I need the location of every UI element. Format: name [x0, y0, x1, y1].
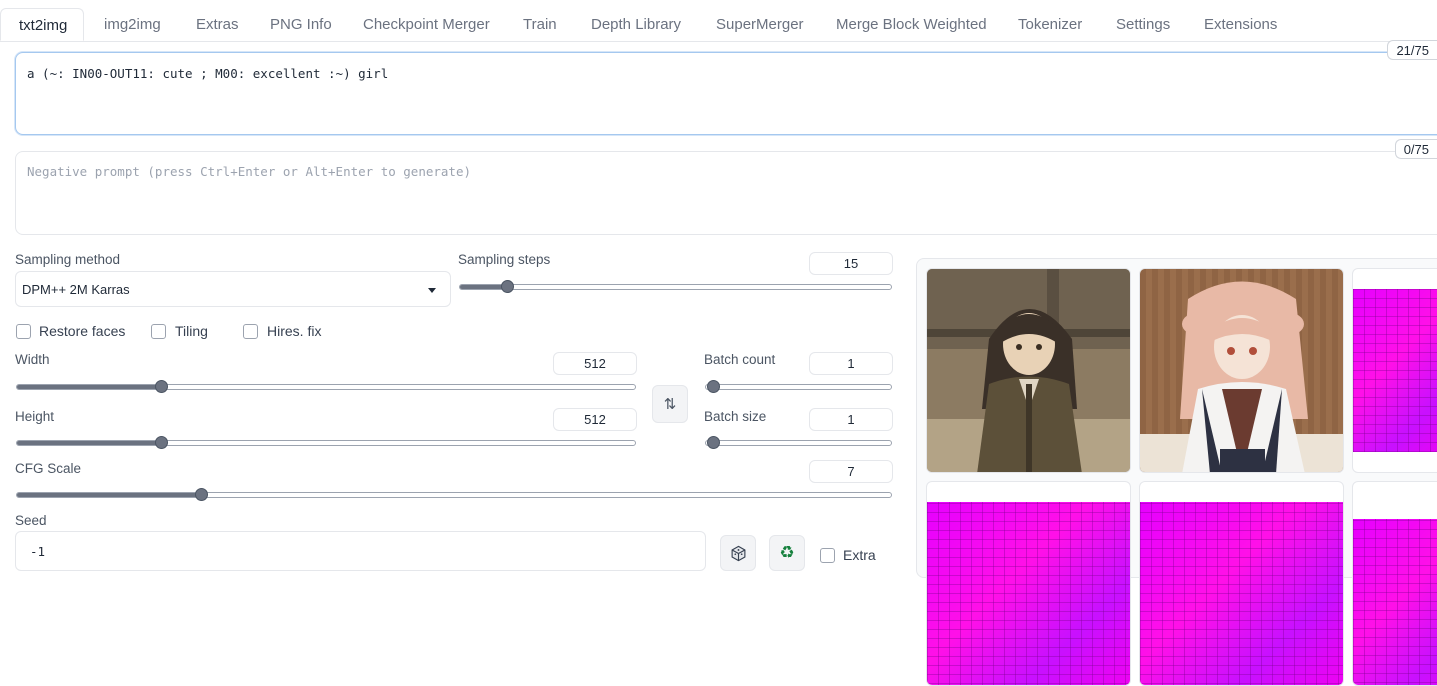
negative-prompt-token-counter: 0/75	[1394, 139, 1437, 159]
swap-dimensions-icon: ⇅	[663, 396, 677, 413]
batch-count-input[interactable]: 1	[809, 352, 893, 375]
negative-prompt-textarea[interactable]: Negative prompt (press Ctrl+Enter or Alt…	[15, 151, 1437, 235]
gallery-image[interactable]	[1139, 481, 1344, 686]
sampling-steps-input[interactable]: 15	[809, 252, 893, 275]
slider-thumb[interactable]	[195, 488, 208, 501]
tab-img2img[interactable]: img2img	[104, 16, 161, 33]
gallery-image[interactable]	[1139, 268, 1344, 473]
noise-image	[1353, 519, 1437, 685]
hires-fix-checkbox[interactable]	[243, 324, 258, 339]
chevron-down-icon	[428, 288, 436, 293]
tab-depth-library[interactable]: Depth Library	[591, 16, 681, 33]
gallery-image[interactable]	[926, 481, 1131, 686]
prompt-token-counter: 21/75	[1387, 40, 1437, 60]
tab-train[interactable]: Train	[523, 16, 557, 33]
swap-dimensions-button[interactable]: ⇅	[652, 385, 688, 423]
batch-size-input[interactable]: 1	[809, 408, 893, 431]
prompt-textarea[interactable]: a (~: IN00-OUT11: cute ; M00: excellent …	[15, 52, 1437, 135]
restore-faces-label: Restore faces	[39, 323, 126, 339]
width-slider[interactable]	[16, 380, 636, 393]
slider-thumb[interactable]	[707, 436, 720, 449]
width-input[interactable]: 512	[553, 352, 637, 375]
sampling-steps-slider[interactable]	[459, 280, 892, 293]
gallery-image[interactable]	[1352, 481, 1437, 686]
slider-thumb[interactable]	[707, 380, 720, 393]
gallery-image[interactable]	[1352, 268, 1437, 473]
batch-size-label: Batch size	[704, 409, 767, 424]
sampling-method-dropdown[interactable]: DPM++ 2M Karras	[15, 271, 451, 307]
tiling-label: Tiling	[175, 323, 208, 339]
negative-prompt-placeholder: Negative prompt (press Ctrl+Enter or Alt…	[27, 164, 472, 179]
noise-image	[1353, 289, 1437, 452]
noise-image	[927, 502, 1130, 685]
width-label: Width	[15, 352, 50, 367]
tab-merge-block-weighted[interactable]: Merge Block Weighted	[836, 16, 987, 33]
cfg-scale-input[interactable]: 7	[809, 460, 893, 483]
height-slider[interactable]	[16, 436, 636, 449]
girl-illustration-1	[927, 269, 1130, 472]
sampling-method-value: DPM++ 2M Karras	[22, 282, 130, 297]
prompt-text: a (~: IN00-OUT11: cute ; M00: excellent …	[27, 66, 389, 81]
tab-tokenizer[interactable]: Tokenizer	[1018, 16, 1082, 33]
height-input[interactable]: 512	[553, 408, 637, 431]
hires-fix-label: Hires. fix	[267, 323, 322, 339]
extra-seed-checkbox[interactable]	[820, 548, 835, 563]
tab-txt2img[interactable]: txt2img	[0, 8, 85, 41]
cfg-scale-slider[interactable]	[16, 488, 892, 501]
seed-input[interactable]: -1	[15, 531, 706, 571]
reuse-seed-button[interactable]: ♻	[769, 535, 805, 571]
noise-image	[1140, 502, 1343, 685]
cfg-scale-label: CFG Scale	[15, 461, 82, 476]
slider-thumb[interactable]	[155, 436, 168, 449]
seed-value: -1	[30, 544, 46, 559]
tab-checkpoint-merger[interactable]: Checkpoint Merger	[363, 16, 490, 33]
batch-size-slider[interactable]	[705, 436, 892, 449]
sampling-steps-label: Sampling steps	[458, 252, 551, 267]
sampling-method-label: Sampling method	[15, 252, 121, 267]
restore-faces-checkbox[interactable]	[16, 324, 31, 339]
batch-count-label: Batch count	[704, 352, 776, 367]
seed-label: Seed	[15, 513, 47, 528]
tab-supermerger[interactable]: SuperMerger	[716, 16, 804, 33]
tab-png-info[interactable]: PNG Info	[270, 16, 332, 33]
recycle-icon: ♻	[779, 543, 795, 562]
girl-illustration-2	[1140, 269, 1343, 472]
dice-icon	[731, 545, 745, 561]
batch-count-slider[interactable]	[705, 380, 892, 393]
height-label: Height	[15, 409, 55, 424]
slider-thumb[interactable]	[501, 280, 514, 293]
gallery-image[interactable]	[926, 268, 1131, 473]
tab-bar: txt2img img2img Extras PNG Info Checkpoi…	[0, 0, 1437, 42]
tab-extras[interactable]: Extras	[196, 16, 239, 33]
tab-extensions[interactable]: Extensions	[1204, 16, 1277, 33]
tiling-checkbox[interactable]	[151, 324, 166, 339]
tab-settings[interactable]: Settings	[1116, 16, 1170, 33]
output-gallery	[916, 258, 1437, 686]
random-seed-button[interactable]	[720, 535, 756, 571]
extra-seed-label: Extra	[843, 547, 876, 563]
slider-thumb[interactable]	[155, 380, 168, 393]
